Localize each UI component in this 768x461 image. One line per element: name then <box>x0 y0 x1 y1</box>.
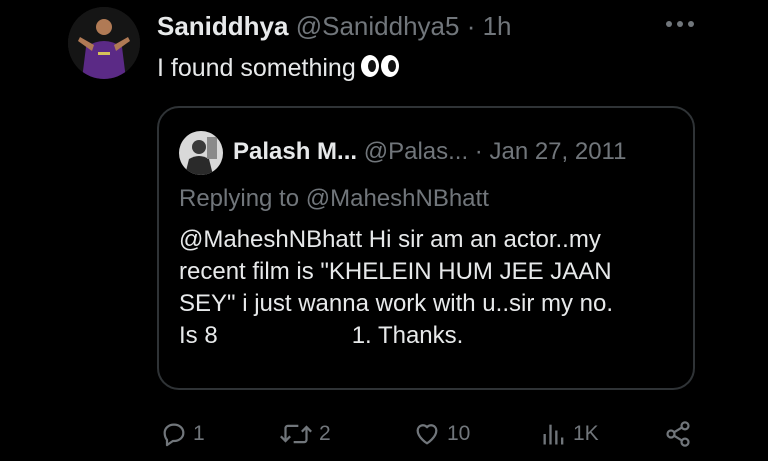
views-button[interactable]: 1K <box>540 414 599 454</box>
like-count: 10 <box>447 422 471 445</box>
reply-count: 1 <box>193 422 205 445</box>
heart-icon <box>416 424 438 445</box>
reply-button[interactable]: 1 <box>160 414 205 454</box>
share-button[interactable] <box>664 414 692 454</box>
quoted-separator: · <box>474 138 483 165</box>
tweet-text-content: I found something <box>157 54 356 82</box>
replying-to-label: Replying to <box>179 185 300 212</box>
eyes-emoji-icon <box>360 54 400 86</box>
quoted-text-line: @MaheshNBhatt Hi sir am an actor..my <box>179 226 601 253</box>
quoted-text-line: recent film is "KHELEIN HUM JEE JAAN <box>179 258 612 285</box>
quoted-display-name: Palash M... <box>233 138 358 165</box>
quoted-text-line-4: Is 8 1. Thanks. <box>179 320 689 352</box>
replying-to-line: Replying to @MaheshNBhatt <box>179 182 489 216</box>
view-count: 1K <box>573 422 599 445</box>
quoted-text-line: SEY" i just wanna work with u..sir my no… <box>179 290 614 317</box>
quoted-date: Jan 27, 2011 <box>489 138 627 165</box>
quoted-author-avatar <box>179 131 223 175</box>
tweet-text: I found something <box>157 52 400 86</box>
quoted-text-line-end: 1. Thanks. <box>351 322 464 349</box>
more-options-icon[interactable] <box>664 16 696 32</box>
quoted-tweet-text: @MaheshNBhatt Hi sir am an actor..my rec… <box>179 224 689 352</box>
header-separator: · <box>466 11 476 41</box>
repost-button[interactable]: 2 <box>278 414 331 454</box>
action-bar: 1 2 10 1K <box>0 414 768 454</box>
reply-icon <box>163 423 185 447</box>
author-line: Saniddhya @Saniddhya5 · 1h <box>157 10 512 42</box>
share-icon <box>666 421 690 447</box>
author-avatar[interactable] <box>68 7 140 79</box>
tweet-timestamp[interactable]: 1h <box>483 11 512 41</box>
replying-to-mention[interactable]: @MaheshNBhatt <box>306 185 489 212</box>
views-chart-icon <box>543 424 564 445</box>
tweet: Saniddhya @Saniddhya5 · 1h I found somet… <box>0 0 768 461</box>
quoted-tweet-card[interactable]: Palash M... @Palas... · Jan 27, 2011 Rep… <box>157 106 695 390</box>
quoted-handle: @Palas... <box>363 138 469 165</box>
quoted-author-line: Palash M... @Palas... · Jan 27, 2011 <box>233 135 626 169</box>
repost-icon <box>280 424 312 444</box>
author-display-name[interactable]: Saniddhya <box>157 11 288 41</box>
like-button[interactable]: 10 <box>412 414 470 454</box>
repost-count: 2 <box>319 422 331 445</box>
quoted-text-line-start: Is 8 <box>179 322 218 349</box>
author-handle[interactable]: @Saniddhya5 <box>296 11 460 41</box>
